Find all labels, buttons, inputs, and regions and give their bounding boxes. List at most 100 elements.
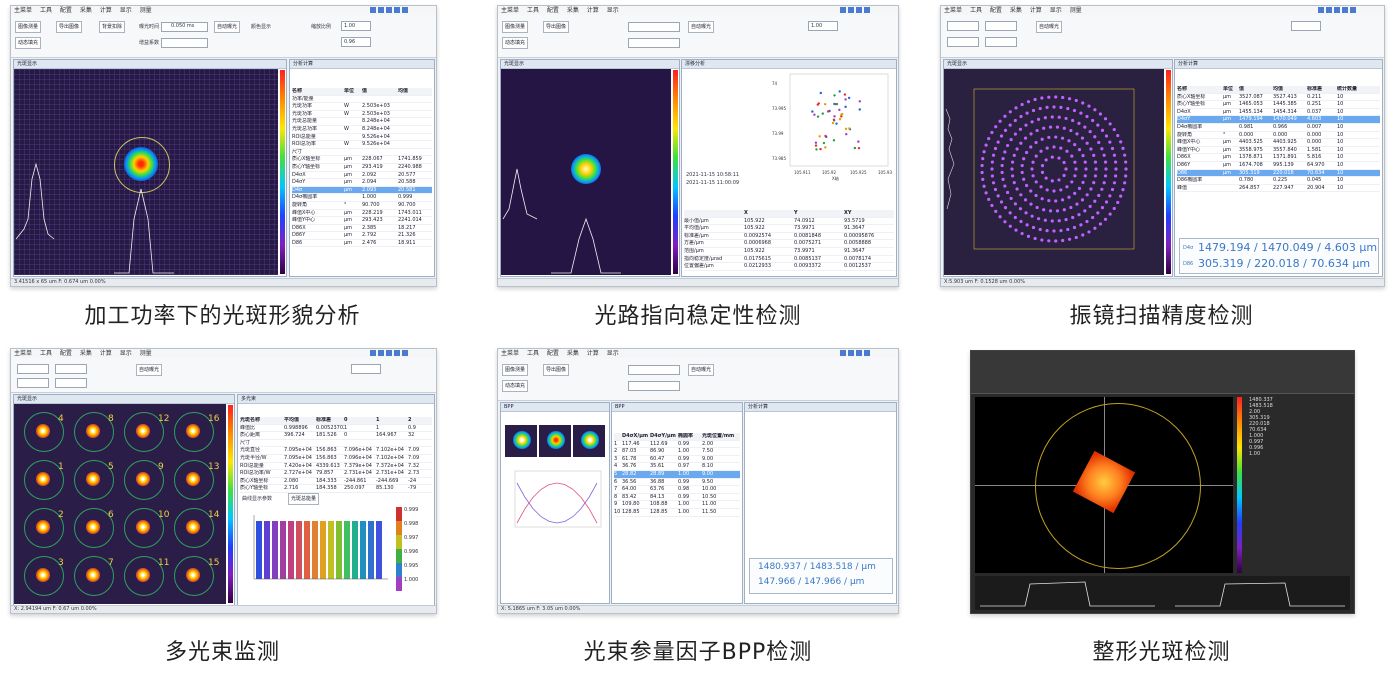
menu-item[interactable]: 计算: [100, 350, 112, 357]
menu-item[interactable]: 配置: [547, 7, 559, 14]
menu-item[interactable]: 主菜单: [944, 7, 962, 14]
table-row[interactable]: 光斑半径/W 7.095e+04 156.863 7.096e+04 7.102e+04…: [240, 455, 432, 463]
menu-item[interactable]: 显示: [120, 7, 132, 14]
curve-param-select[interactable]: 光斑总能量: [288, 493, 320, 505]
menu-item[interactable]: 配置: [60, 350, 72, 357]
toolbar-icons[interactable]: [840, 7, 870, 14]
table-row[interactable]: 峰值 264.857 227.947 20.904 10: [1177, 185, 1380, 193]
toolbar-icons[interactable]: [840, 350, 870, 357]
table-row[interactable]: 1 117.46 112.69 0.99 2.00: [614, 441, 740, 449]
table-row[interactable]: D4σ椭圆率 1.000 0.999: [292, 194, 432, 202]
table-row[interactable]: 7 64.00 63.76 0.98 10.00: [614, 486, 740, 494]
table-row[interactable]: ROI总功率/W 2.727e+04 79.857 2.731e+04 2.731e+0…: [240, 470, 432, 478]
export-image-button[interactable]: 导出图像: [56, 21, 83, 33]
table-row[interactable]: 功率/能量: [292, 96, 432, 104]
gain-slider[interactable]: [161, 38, 208, 48]
x-input[interactable]: [947, 21, 979, 31]
toolbar-icons[interactable]: [370, 7, 408, 14]
table-row[interactable]: 最小值/μm 105.922 74.0912 93.5719: [684, 218, 894, 226]
menu-item[interactable]: 主菜单: [14, 7, 32, 14]
image-measure-button[interactable]: 图像测量: [15, 21, 42, 33]
table-row[interactable]: 质心X轴坐标 μm 228.067 1741.859: [292, 156, 432, 164]
table-row[interactable]: 范围/μm 105.922 73.9971 91.3647: [684, 248, 894, 256]
table-row[interactable]: 9 109.80 108.88 1.00 11.00: [614, 501, 740, 509]
menu-item[interactable]: 工具: [970, 7, 982, 14]
beam-image[interactable]: [944, 69, 1164, 275]
exposure-slider[interactable]: [628, 365, 680, 375]
zoom-input[interactable]: [351, 364, 381, 374]
table-row[interactable]: 3 61.78 60.47 0.99 9.00: [614, 456, 740, 464]
table-row[interactable]: 6 36.56 36.88 0.99 9.50: [614, 479, 740, 487]
table-row[interactable]: D4σ椭圆率 0.981 0.966 0.007 10: [1177, 124, 1380, 132]
table-row[interactable]: D86 μm 305.319 220.018 70.634 10: [1177, 169, 1380, 178]
table-row[interactable]: 尺寸: [240, 440, 432, 448]
w-input[interactable]: [985, 21, 1017, 31]
menu-item[interactable]: 工具: [527, 7, 539, 14]
menu-item[interactable]: 工具: [40, 350, 52, 357]
menu-item[interactable]: 采集: [1010, 7, 1022, 14]
table-row[interactable]: 光斑总能量 8.248e+04: [292, 118, 432, 126]
table-row[interactable]: 尺寸: [292, 149, 432, 157]
background-button[interactable]: 背景扣除: [99, 21, 126, 33]
gain-slider[interactable]: [628, 381, 680, 391]
toolbar-icons[interactable]: [370, 350, 408, 357]
table-row[interactable]: 质心距离 396.724 181.526 0 164.967 32: [240, 432, 432, 440]
menu-item[interactable]: 测量: [140, 7, 152, 14]
image-measure-button[interactable]: 图像测量: [502, 21, 529, 33]
menu-item[interactable]: 主菜单: [501, 7, 519, 14]
auto-exposure-button[interactable]: 自动曝光: [214, 21, 241, 33]
x-input[interactable]: [17, 364, 49, 374]
table-row[interactable]: 质心Y轴坐标 2.716 184.358 250.097 85.130 -79: [240, 485, 432, 493]
thumbnail[interactable]: [539, 425, 571, 457]
export-image-button[interactable]: 导出图像: [543, 364, 570, 376]
table-row[interactable]: D4σY μm 2.094 20.588: [292, 179, 432, 187]
menu-item[interactable]: 计算: [587, 350, 599, 357]
menu-item[interactable]: 配置: [547, 350, 559, 357]
table-row[interactable]: D86椭圆率 0.780 0.225 0.045 10: [1177, 177, 1380, 185]
image-measure-button[interactable]: 图像测量: [502, 364, 529, 376]
table-row[interactable]: D86Y μm 2.792 21.326: [292, 232, 432, 240]
table-row[interactable]: 峰值比 0.998896 0.005237021 1 0.9: [240, 425, 432, 433]
table-row[interactable]: D86 μm 2.476 18.911: [292, 240, 432, 248]
table-row[interactable]: D86Y μm 1674.708 995.139 64.970 10: [1177, 162, 1380, 170]
drift-scatter-plot[interactable]: 105.911 105.92 105.925 105.93 73.985 73.99 73.…: [772, 70, 892, 182]
table-row[interactable]: 方差/μm 0.0006968 0.0075271 0.0058888: [684, 240, 894, 248]
table-row[interactable]: 峰值Y中心 μm 3558.975 3557.840 1.581 10: [1177, 147, 1380, 155]
table-row[interactable]: 旋转角 ° 0.000 0.000 0.000 10: [1177, 132, 1380, 140]
menu-item[interactable]: 主菜单: [501, 350, 519, 357]
auto-exposure-button[interactable]: 自动曝光: [136, 364, 163, 376]
auto-exposure-button[interactable]: 自动曝光: [1036, 21, 1063, 33]
table-row[interactable]: ROI总功率 W 9.526e+04: [292, 141, 432, 149]
table-row[interactable]: 峰值Y中心 μm 293.423 2241.014: [292, 217, 432, 225]
y-input[interactable]: [17, 378, 49, 388]
y-input[interactable]: [947, 37, 979, 47]
table-row[interactable]: 光斑功率 W 2.503e+03: [292, 103, 432, 111]
h-input[interactable]: [985, 37, 1017, 47]
menu-item[interactable]: 配置: [990, 7, 1002, 14]
menu-item[interactable]: 测量: [1070, 7, 1082, 14]
menu-item[interactable]: 显示: [120, 350, 132, 357]
table-row[interactable]: 峰值X中心 μm 4403.525 4403.925 0.000 10: [1177, 139, 1380, 147]
menu-item[interactable]: 显示: [607, 350, 619, 357]
table-row[interactable]: 指向稳定度/μrad 0.0175615 0.0085137 0.0078174: [684, 256, 894, 264]
beam-image[interactable]: 4 8 12 16 1 5 9 13 2 6 10 14 3 7 11 15: [14, 404, 226, 604]
auto-exposure-button[interactable]: 自动曝光: [688, 21, 715, 33]
table-row[interactable]: 质心X轴坐标 μm 3527.087 3527.413 0.211 10: [1177, 94, 1380, 102]
menu-item[interactable]: 显示: [1050, 7, 1062, 14]
table-row[interactable]: 旋转角 ° 90.700 90.700: [292, 202, 432, 210]
table-row[interactable]: 光斑功率 W 2.503e+03: [292, 111, 432, 119]
table-row[interactable]: 8 83.42 84.13 0.99 10.50: [614, 494, 740, 502]
table-row[interactable]: 4 36.76 35.61 0.97 8.10: [614, 463, 740, 471]
table-row[interactable]: 质心X轴坐标 2.080 184.333 -244.861 -244.669 -24: [240, 478, 432, 486]
zoom-input[interactable]: [1291, 21, 1321, 31]
table-row[interactable]: D4σX μm 2.092 20.577: [292, 172, 432, 180]
auto-exposure-button[interactable]: 自动曝光: [688, 364, 715, 376]
menu-item[interactable]: 工具: [40, 7, 52, 14]
table-row[interactable]: 位置偏差/μm 0.0212933 0.0093372 0.0012537: [684, 263, 894, 271]
table-row[interactable]: 10 128.85 128.85 1.00 11.50: [614, 509, 740, 517]
table-row[interactable]: ROI总能量 7.420e+04 4339.613 7.379e+04 7.372e+0…: [240, 463, 432, 471]
menu-item[interactable]: 采集: [567, 7, 579, 14]
menu-item[interactable]: 采集: [80, 7, 92, 14]
table-row[interactable]: 标准差/μm 0.0092574 0.0081848 0.00095876: [684, 233, 894, 241]
w-input[interactable]: [55, 364, 87, 374]
